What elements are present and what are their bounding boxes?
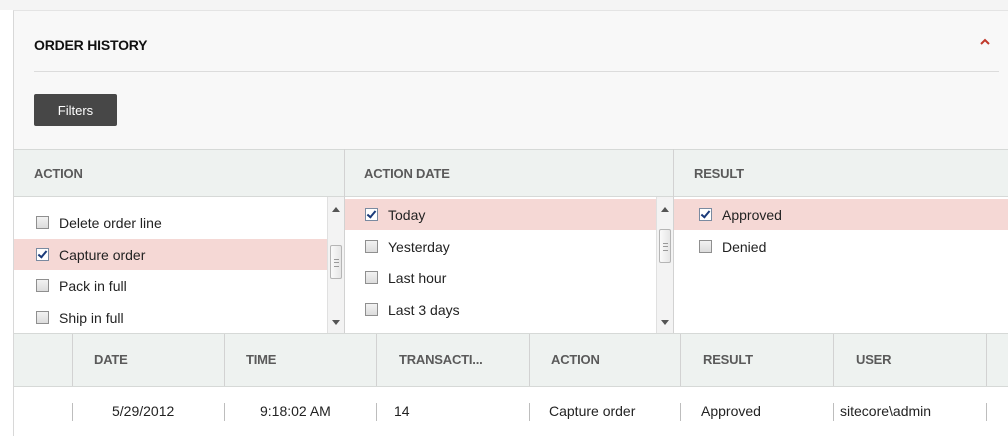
column-header-time[interactable]: TIME bbox=[246, 334, 276, 386]
option-label: Capture order bbox=[59, 246, 146, 263]
filters-button[interactable]: Filters bbox=[34, 94, 117, 126]
option-label: Today bbox=[388, 206, 426, 223]
option-label: Last hour bbox=[388, 269, 447, 286]
column-divider bbox=[376, 334, 377, 386]
column-divider bbox=[529, 334, 530, 386]
scroll-down-arrow-icon[interactable] bbox=[661, 320, 669, 325]
filter-option-yesterday[interactable]: Yesterday bbox=[345, 231, 656, 262]
table-cell-transaction: 14 bbox=[394, 403, 410, 419]
option-label: Delete order line bbox=[59, 214, 162, 231]
checkbox[interactable] bbox=[36, 216, 49, 229]
filter-option-pack-in-full[interactable]: Pack in full bbox=[14, 270, 327, 301]
column-divider bbox=[986, 334, 987, 386]
option-label: Pack in full bbox=[59, 277, 127, 294]
filter-option-last-3-days[interactable]: Last 3 days bbox=[345, 294, 656, 325]
scroll-down-arrow-icon[interactable] bbox=[332, 320, 340, 325]
top-bar bbox=[0, 0, 1008, 10]
filter-option-capture-order[interactable]: Capture order bbox=[14, 239, 327, 270]
scroll-thumb[interactable] bbox=[330, 245, 342, 279]
checkbox[interactable] bbox=[699, 208, 712, 221]
column-header-action[interactable]: ACTION bbox=[551, 334, 600, 386]
table-cell-date: 5/29/2012 bbox=[112, 403, 175, 419]
table-cell-user: sitecore\admin bbox=[840, 403, 932, 419]
scroll-up-arrow-icon[interactable] bbox=[661, 207, 669, 212]
filter-option-denied[interactable]: Denied bbox=[674, 231, 1008, 262]
filter-label-action: ACTION bbox=[34, 166, 83, 181]
checkbox[interactable] bbox=[365, 271, 378, 284]
action-filter-list: Delete order line Capture order Pack in … bbox=[14, 197, 327, 333]
column-header-transaction[interactable]: TRANSACTI... bbox=[399, 334, 483, 386]
checkbox[interactable] bbox=[365, 303, 378, 316]
column-header-result[interactable]: RESULT bbox=[703, 334, 753, 386]
cell-divider bbox=[529, 403, 530, 421]
filter-header: ACTION ACTION DATE RESULT bbox=[14, 149, 1008, 197]
option-label: Last 3 days bbox=[388, 301, 460, 318]
checkbox[interactable] bbox=[36, 311, 49, 324]
checkbox[interactable] bbox=[36, 279, 49, 292]
column-divider bbox=[224, 334, 225, 386]
action-list-scrollbar[interactable] bbox=[327, 197, 344, 333]
option-label: Denied bbox=[722, 238, 767, 255]
cell-divider bbox=[376, 403, 377, 421]
panel-title: ORDER HISTORY bbox=[34, 37, 148, 53]
column-divider bbox=[680, 334, 681, 386]
scroll-thumb[interactable] bbox=[659, 229, 671, 263]
filter-option-ship-in-full[interactable]: Ship in full bbox=[14, 302, 327, 333]
filter-option-approved[interactable]: Approved bbox=[674, 199, 1008, 230]
order-history-panel: ORDER HISTORY Filters ACTION ACTION DATE… bbox=[13, 10, 1008, 436]
grid-header: DATE TIME TRANSACTI... ACTION RESULT USE… bbox=[14, 333, 1008, 387]
column-divider bbox=[833, 334, 834, 386]
column-header-user[interactable]: USER bbox=[856, 334, 892, 386]
checkbox[interactable] bbox=[365, 240, 378, 253]
table-cell-time: 9:18:02 AM bbox=[260, 403, 331, 419]
filter-label-action-date: ACTION DATE bbox=[364, 166, 450, 181]
scroll-up-arrow-icon[interactable] bbox=[332, 207, 340, 212]
checkbox[interactable] bbox=[699, 240, 712, 253]
cell-divider bbox=[680, 403, 681, 421]
title-divider bbox=[34, 71, 999, 72]
column-divider bbox=[72, 334, 73, 386]
action-date-filter-list: Today Yesterday Last hour Last 3 days bbox=[345, 197, 656, 333]
option-label: Approved bbox=[722, 206, 782, 223]
grid-body: 5/29/2012 9:18:02 AM 14 Capture order Ap… bbox=[14, 387, 1008, 436]
checkbox[interactable] bbox=[36, 248, 49, 261]
action-date-list-scrollbar[interactable] bbox=[656, 197, 673, 333]
column-header-date[interactable]: DATE bbox=[94, 334, 128, 386]
cell-divider bbox=[224, 403, 225, 421]
chevron-up-icon[interactable] bbox=[978, 35, 992, 49]
table-cell-result: Approved bbox=[701, 403, 761, 419]
filter-option-last-hour[interactable]: Last hour bbox=[345, 262, 656, 293]
result-filter-list: Approved Denied bbox=[674, 197, 1008, 333]
filter-option-delete-order-line[interactable]: Delete order line bbox=[14, 207, 327, 238]
checkbox[interactable] bbox=[365, 208, 378, 221]
filter-option-today[interactable]: Today bbox=[345, 199, 656, 230]
filter-area: ACTION ACTION DATE RESULT Delete order l… bbox=[14, 149, 1008, 333]
option-label: Yesterday bbox=[388, 238, 450, 255]
table-cell-action: Capture order bbox=[549, 403, 636, 419]
cell-divider bbox=[986, 403, 987, 421]
option-label: Ship in full bbox=[59, 309, 124, 326]
cell-divider bbox=[72, 403, 73, 421]
cell-divider bbox=[833, 403, 834, 421]
filter-label-result: RESULT bbox=[694, 166, 744, 181]
